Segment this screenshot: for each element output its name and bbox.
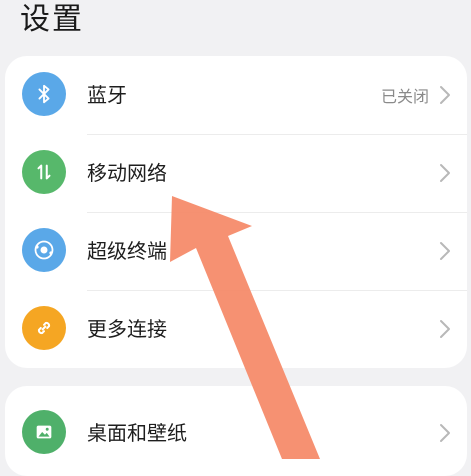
settings-item-bluetooth[interactable]: 蓝牙 已关闭 xyxy=(5,56,467,134)
display-card: 桌面和壁纸 xyxy=(5,386,467,476)
super-device-icon xyxy=(22,228,66,272)
mobile-data-icon xyxy=(22,150,66,194)
wallpaper-label: 桌面和壁纸 xyxy=(87,421,187,445)
chevron-right-icon xyxy=(440,424,450,442)
more-connections-label: 更多连接 xyxy=(87,317,167,341)
mobile-network-label: 移动网络 xyxy=(87,161,167,185)
wallpaper-icon xyxy=(22,410,66,454)
link-icon xyxy=(22,306,66,350)
settings-item-more-connections[interactable]: 更多连接 xyxy=(5,290,467,368)
settings-item-wallpaper[interactable]: 桌面和壁纸 xyxy=(5,394,467,472)
chevron-right-icon xyxy=(440,320,450,338)
page-title: 设置 xyxy=(20,2,84,37)
chevron-right-icon xyxy=(440,86,450,104)
bluetooth-icon xyxy=(22,72,66,116)
connections-card: 蓝牙 已关闭 移动网络 超级终端 更多连接 xyxy=(5,56,467,368)
chevron-right-icon xyxy=(440,164,450,182)
bluetooth-status: 已关闭 xyxy=(380,87,429,106)
chevron-right-icon xyxy=(440,242,450,260)
bluetooth-label: 蓝牙 xyxy=(87,83,127,107)
super-device-label: 超级终端 xyxy=(87,239,167,263)
settings-item-super-device[interactable]: 超级终端 xyxy=(5,212,467,290)
settings-item-mobile-network[interactable]: 移动网络 xyxy=(5,134,467,212)
